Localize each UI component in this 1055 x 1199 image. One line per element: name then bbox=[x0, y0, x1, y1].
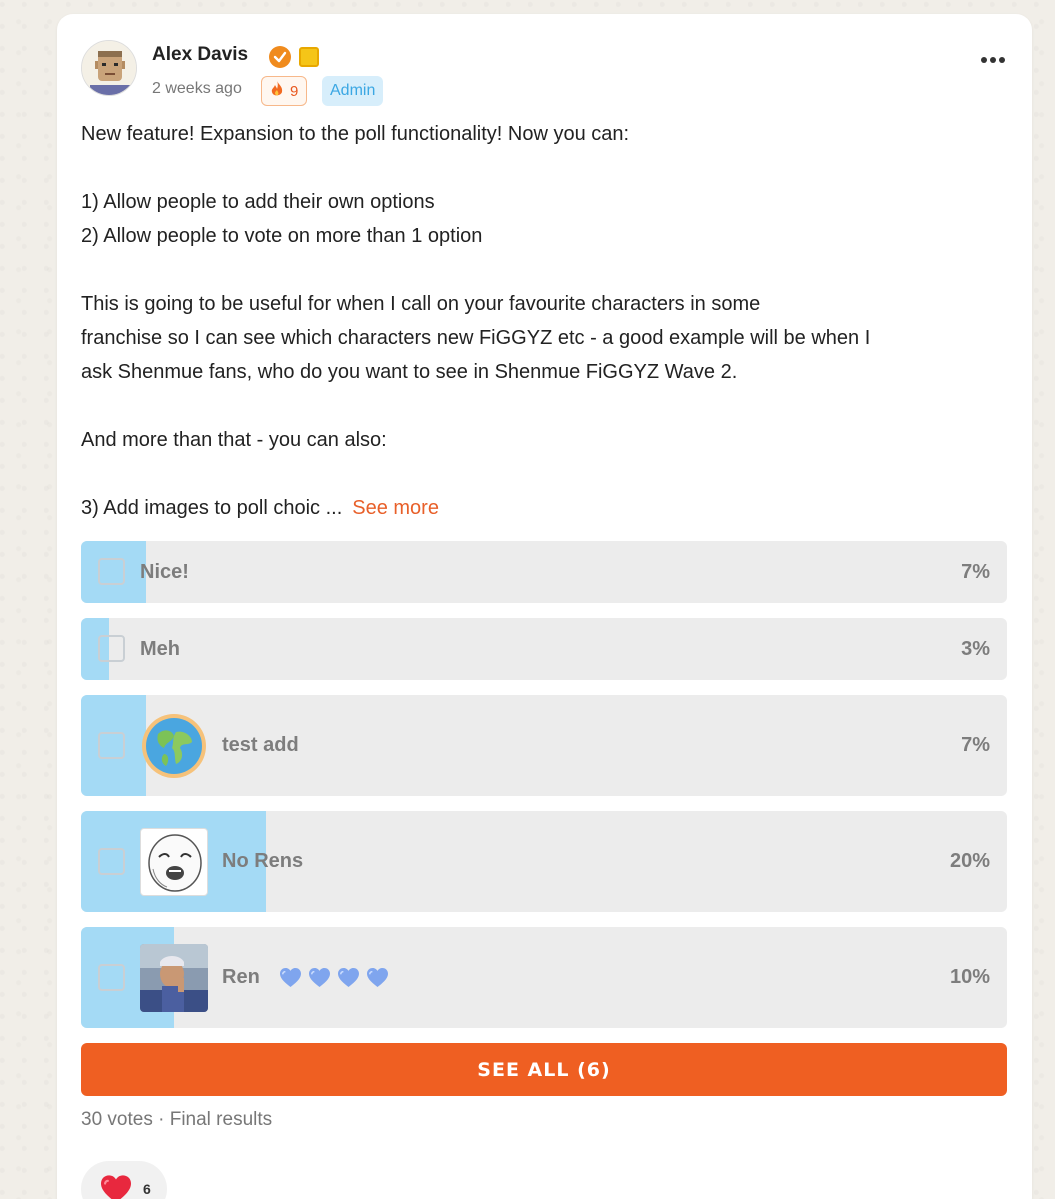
poll-checkbox[interactable] bbox=[98, 732, 125, 759]
more-options-button[interactable] bbox=[978, 50, 1008, 70]
post-line-truncated: 3) Add images to poll choic ... See more bbox=[81, 491, 1011, 525]
poll-option-label-text: Ren bbox=[222, 966, 260, 988]
post-card: Alex Davis 2 weeks ago 9 Admin New featu… bbox=[57, 14, 1032, 1199]
poll-option-percent: 7% bbox=[961, 734, 990, 756]
poll-option-label: test add bbox=[222, 734, 299, 756]
post-timestamp: 2 weeks ago bbox=[152, 80, 242, 97]
post-line: 3) Add images to poll choic ... bbox=[81, 497, 343, 519]
meme-face-image bbox=[140, 828, 208, 896]
fire-icon bbox=[270, 80, 284, 102]
ren-photo bbox=[140, 944, 208, 1012]
verified-icon bbox=[269, 46, 291, 68]
post-line: This is going to be useful for when I ca… bbox=[81, 293, 761, 315]
poll-option-percent: 7% bbox=[961, 561, 990, 583]
post-line: ask Shenmue fans, who do you want to see… bbox=[81, 361, 738, 383]
dot-icon bbox=[999, 57, 1005, 63]
post-line: New feature! Expansion to the poll funct… bbox=[81, 123, 630, 145]
poll-option-nice[interactable]: Nice! 7% bbox=[81, 541, 1007, 603]
globe-icon bbox=[140, 712, 208, 780]
see-all-button[interactable]: SEE ALL (6) bbox=[81, 1043, 1007, 1096]
poll-option-test-add[interactable]: test add 7% bbox=[81, 695, 1007, 796]
blue-heart-icon bbox=[309, 968, 331, 988]
blue-heart-icon bbox=[280, 968, 302, 988]
blue-heart-icon bbox=[338, 968, 360, 988]
post-header: Alex Davis 2 weeks ago 9 Admin bbox=[81, 40, 1008, 110]
post-line: 2) Allow people to vote on more than 1 o… bbox=[81, 225, 483, 247]
heart-reaction-button[interactable]: 6 bbox=[81, 1161, 167, 1199]
poll-option-label: Ren bbox=[222, 966, 389, 989]
post-line: franchise so I can see which characters … bbox=[81, 327, 871, 349]
dot-icon bbox=[981, 57, 987, 63]
poll-option-label: No Rens bbox=[222, 850, 304, 872]
post-line: And more than that - you can also: bbox=[81, 429, 387, 451]
streak-count: 9 bbox=[290, 82, 299, 100]
post-line: 1) Allow people to add their own options bbox=[81, 191, 435, 213]
author-name[interactable]: Alex Davis bbox=[152, 44, 248, 66]
poll-option-percent: 3% bbox=[961, 638, 990, 660]
heart-reaction-count: 6 bbox=[143, 1181, 151, 1197]
poll-checkbox[interactable] bbox=[98, 558, 125, 585]
poll-checkbox[interactable] bbox=[98, 964, 125, 991]
author-avatar[interactable] bbox=[81, 40, 137, 96]
poll-option-meh[interactable]: Meh 3% bbox=[81, 618, 1007, 680]
dot-icon bbox=[990, 57, 996, 63]
poll-option-label: Nice! bbox=[140, 561, 189, 583]
streak-badge: 9 bbox=[261, 76, 308, 106]
poll-option-percent: 20% bbox=[949, 850, 990, 872]
poll-checkbox[interactable] bbox=[98, 635, 125, 662]
poll-checkbox[interactable] bbox=[98, 848, 125, 875]
post-body: New feature! Expansion to the poll funct… bbox=[81, 117, 1011, 525]
see-more-link[interactable]: See more bbox=[352, 497, 439, 519]
heart-icon bbox=[101, 1175, 131, 1199]
hearts-group bbox=[279, 967, 389, 988]
gold-badge-icon bbox=[299, 47, 319, 67]
poll-option-ren[interactable]: Ren 10% bbox=[81, 927, 1007, 1028]
admin-badge: Admin bbox=[322, 76, 384, 106]
blue-heart-icon bbox=[367, 968, 389, 988]
poll-option-percent: 10% bbox=[949, 966, 990, 988]
poll-option-label: Meh bbox=[140, 638, 180, 660]
poll-meta: 30 votes · Final results bbox=[81, 1109, 273, 1130]
poll-option-no-rens[interactable]: No Rens 20% bbox=[81, 811, 1007, 912]
